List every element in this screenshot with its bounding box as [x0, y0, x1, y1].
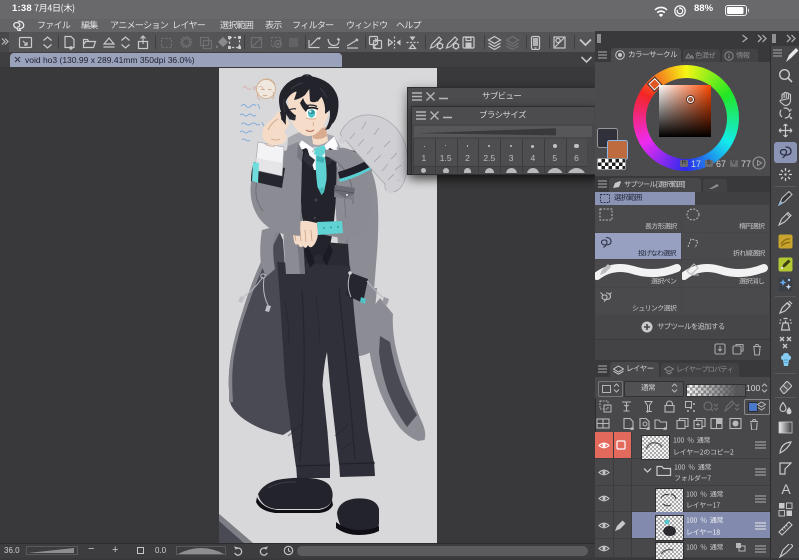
- svg-text:A: A: [781, 481, 791, 497]
